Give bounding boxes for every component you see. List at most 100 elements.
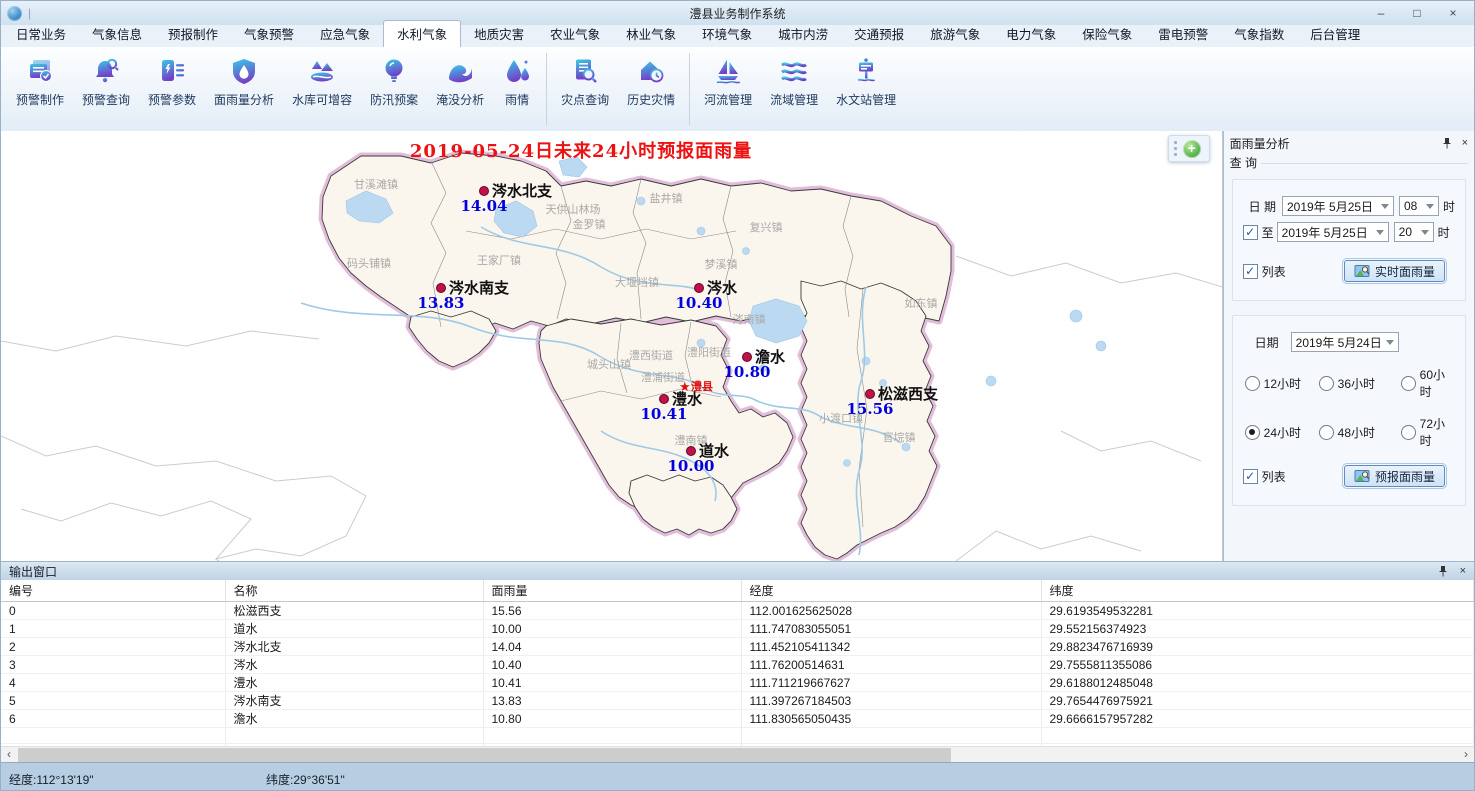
radio-12小时[interactable]: 12小时 [1245,366,1319,400]
menu-tab-16[interactable]: 雷电预警 [1145,21,1221,47]
table-cell: 道水 [225,620,483,638]
pin-icon[interactable] [1442,138,1452,149]
maximize-button[interactable]: □ [1410,6,1424,20]
panel-close-icon[interactable]: × [1462,138,1468,149]
horizontal-scrollbar[interactable]: ‹ › [1,746,1474,763]
station-value: 14.04 [461,197,508,215]
to-checkbox[interactable]: ✓ [1243,225,1258,240]
forecast-date-value: 2019年 5月24日 [1296,334,1382,351]
table-cell: 1 [1,620,225,638]
column-header[interactable]: 编号 [1,580,225,602]
close-button[interactable]: × [1446,6,1460,20]
menu-tab-15[interactable]: 保险气象 [1069,21,1145,47]
table-cell: 10.41 [483,674,741,692]
tool-rain-shield[interactable]: 面雨量分析 [205,47,283,108]
menu-tab-6[interactable]: 水利气象 [383,20,461,48]
station-dot[interactable] [743,353,752,362]
menu-tab-11[interactable]: 城市内涝 [765,21,841,47]
table-cell: 5 [1,692,225,710]
tool-reservoir[interactable]: 水库可增容 [283,47,361,108]
scroll-right-arrow[interactable]: › [1458,747,1474,763]
forecast-list-checkbox[interactable]: ✓ [1243,469,1258,484]
tool-bell-search[interactable]: 预警查询 [73,47,139,108]
menu-tab-2[interactable]: 气象信息 [79,21,155,47]
table-row[interactable]: 5涔水南支13.83111.39726718450329.76544769759… [1,692,1474,710]
end-hour-select[interactable]: 20 [1394,222,1434,242]
table-cell: 3 [1,656,225,674]
end-date-select[interactable]: 2019年 5月25日 [1277,222,1389,242]
table-row[interactable]: 1道水10.00111.74708305505129.552156374923 [1,620,1474,638]
query-group-label: 查 询 [1230,154,1257,171]
menu-tab-13[interactable]: 旅游气象 [917,21,993,47]
radio-24小时[interactable]: 24小时 [1245,415,1319,449]
scroll-left-arrow[interactable]: ‹ [1,747,17,763]
start-date-select[interactable]: 2019年 5月25日 [1282,196,1394,216]
tool-house-clock[interactable]: 历史灾情 [618,47,684,108]
menu-tab-3[interactable]: 预报制作 [155,21,231,47]
tool-waves[interactable]: 流域管理 [761,47,827,108]
station-dot[interactable] [480,187,489,196]
menu-tab-17[interactable]: 气象指数 [1221,21,1297,47]
table-cell: 111.830565050435 [741,710,1041,728]
menu-tab-1[interactable]: 日常业务 [3,21,79,47]
radio-60小时[interactable]: 60小时 [1401,366,1453,400]
doc-search-icon [570,56,600,86]
start-hour-select[interactable]: 08 [1399,196,1439,216]
tool-droplets[interactable]: 雨情 [493,47,541,108]
station-dot[interactable] [687,447,696,456]
menu-tab-9[interactable]: 林业气象 [613,21,689,47]
scrollbar-thumb[interactable] [18,748,951,762]
menu-tab-18[interactable]: 后台管理 [1297,21,1373,47]
menu-tab-4[interactable]: 气象预警 [231,21,307,47]
tool-bulb[interactable]: 防汛预案 [361,47,427,108]
table-cell [483,728,741,744]
column-header[interactable]: 纬度 [1041,580,1474,602]
table-row[interactable]: 3涔水10.40111.7620051463129.7555811355086 [1,656,1474,674]
pin-icon[interactable] [1438,566,1448,577]
tool-warn-params[interactable]: 预警参数 [139,47,205,108]
forecast-rain-button[interactable]: 预报面雨量 [1344,465,1445,487]
tool-doc-search[interactable]: 灾点查询 [552,47,618,108]
column-header[interactable]: 名称 [225,580,483,602]
zoom-in-button[interactable]: + [1183,140,1201,158]
menu-tab-5[interactable]: 应急气象 [307,21,383,47]
map-canvas[interactable]: 甘溪滩镇天供山林场金罗镇盐井镇复兴镇码头铺镇王家厂镇大堰垱镇梦溪镇涔南镇如东镇城… [1,131,1223,561]
table-row[interactable]: 2涔水北支14.04111.45210541134229.88234767169… [1,638,1474,656]
station-value: 10.41 [641,405,688,423]
tool-warn-doc[interactable]: 预警制作 [7,47,73,108]
station-dot[interactable] [866,390,875,399]
forecast-date-select[interactable]: 2019年 5月24日 [1291,332,1399,352]
tool-label: 水文站管理 [836,91,896,108]
menu-tab-14[interactable]: 电力气象 [993,21,1069,47]
realtime-rain-button[interactable]: 实时面雨量 [1344,260,1445,282]
tool-sailboat[interactable]: 河流管理 [695,47,761,108]
map-area: 甘溪滩镇天供山林场金罗镇盐井镇复兴镇码头铺镇王家厂镇大堰垱镇梦溪镇涔南镇如东镇城… [1,131,1223,561]
minimize-button[interactable]: – [1374,6,1388,20]
station-value: 15.56 [847,400,894,418]
output-window-title: 输出窗口 [9,563,57,580]
menu-tab-10[interactable]: 环境气象 [689,21,765,47]
realtime-list-checkbox[interactable]: ✓ [1243,264,1258,279]
radio-48小时[interactable]: 48小时 [1319,415,1401,449]
table-cell: 涔水北支 [225,638,483,656]
station-dot[interactable] [695,284,704,293]
menu-tab-7[interactable]: 地质灾害 [461,21,537,47]
column-header[interactable]: 面雨量 [483,580,741,602]
column-header[interactable]: 经度 [741,580,1041,602]
table-row[interactable]: 4澧水10.41111.71121966762729.6188012485048 [1,674,1474,692]
tool-wave[interactable]: 淹没分析 [427,47,493,108]
station-dot[interactable] [437,284,446,293]
tool-hydro-station[interactable]: 水文站管理 [827,47,905,108]
table-row[interactable]: 6澹水10.80111.83056505043529.6666157957282 [1,710,1474,728]
radio-72小时[interactable]: 72小时 [1401,415,1453,449]
station-value: 13.83 [418,294,465,312]
station-dot[interactable] [660,395,669,404]
radio-36小时[interactable]: 36小时 [1319,366,1401,400]
station-value: 10.80 [724,363,771,381]
output-close-icon[interactable]: × [1460,566,1466,577]
radio-label: 48小时 [1338,424,1375,441]
table-row[interactable]: 0松滋西支15.56112.00162562502829.61935495322… [1,602,1474,620]
menu-tab-8[interactable]: 农业气象 [537,21,613,47]
menu-tab-12[interactable]: 交通预报 [841,21,917,47]
table-cell: 涔水南支 [225,692,483,710]
